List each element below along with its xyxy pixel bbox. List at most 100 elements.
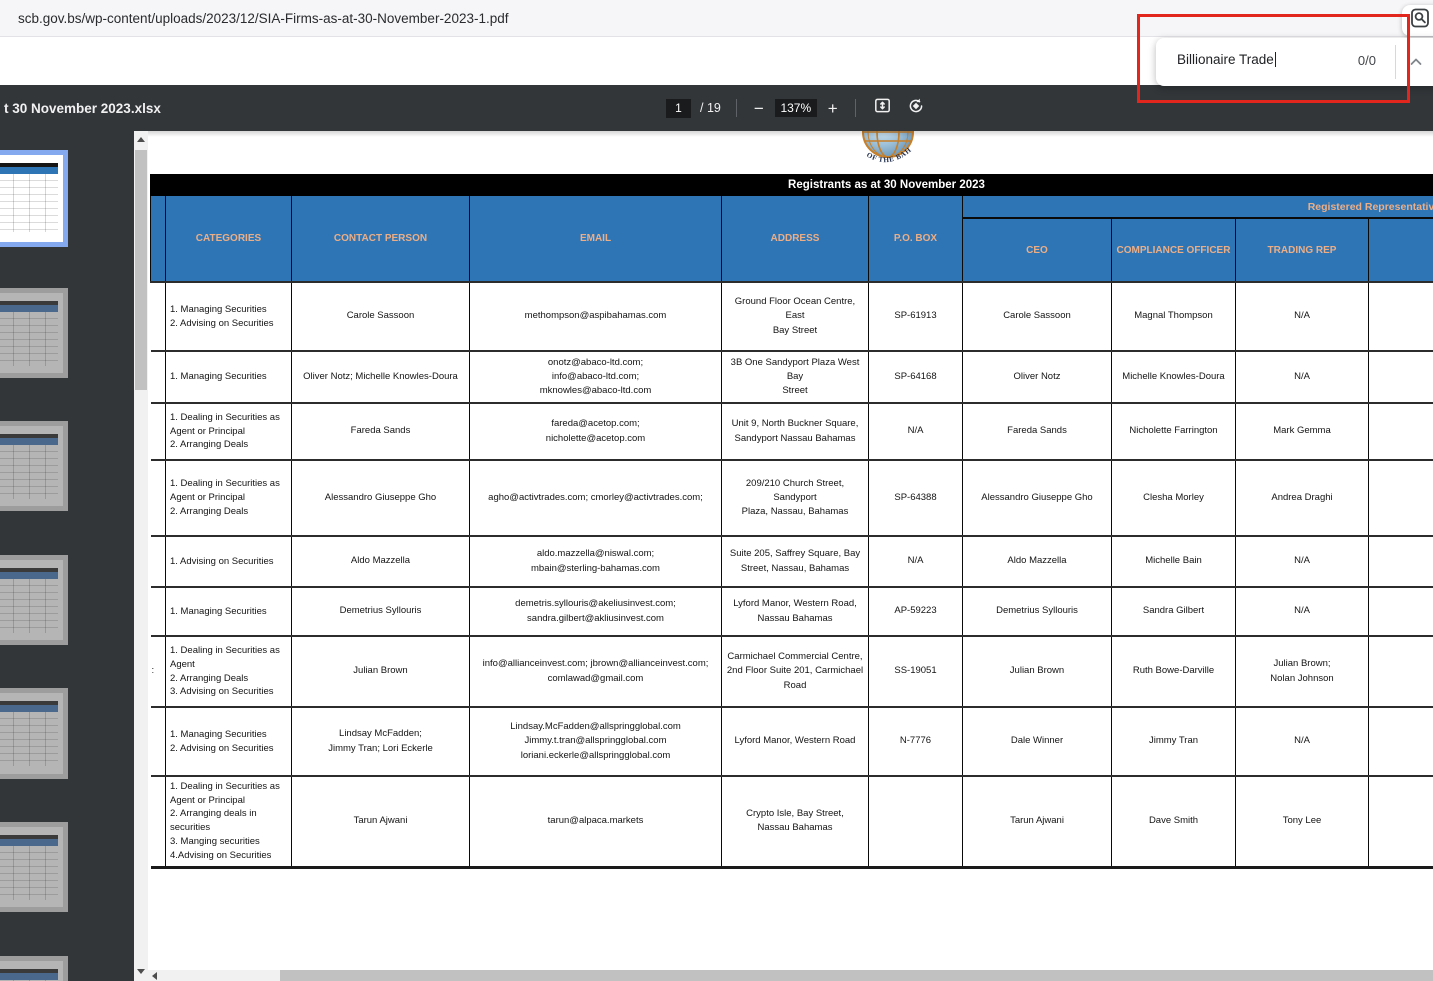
- sidebar-scrollbar-thumb[interactable]: [135, 150, 147, 390]
- url-bar[interactable]: scb.gov.bs/wp-content/uploads/2023/12/SI…: [0, 0, 1433, 37]
- table-cell-po-box: [868, 776, 963, 867]
- table-cell-categories: 1. Managing Securities: [165, 587, 292, 636]
- table-row: 1. Managing Securities Oliver Notz; Miche…: [150, 351, 1433, 403]
- column-header-po-box: P.O. BOX: [868, 196, 963, 283]
- table-cell-firm: [150, 707, 166, 776]
- zoom-in-button[interactable]: +: [826, 100, 840, 117]
- table-cell-address: Crypto Isle, Bay Street, Nassau Bahamas: [721, 776, 869, 867]
- table-cell-compliance-officer: Michelle Knowles-Doura: [1111, 351, 1236, 403]
- chevron-up-icon: [1408, 57, 1424, 74]
- table-cell-firm: [150, 351, 166, 403]
- thumbnail-preview: [0, 301, 58, 366]
- table-cell-contact: Fareda Sands: [291, 403, 470, 460]
- column-header-email: EMAIL: [469, 196, 722, 283]
- table-cell-address: 3B One Sandyport Plaza West Bay Street: [721, 351, 869, 403]
- page-thumbnail[interactable]: [0, 555, 68, 645]
- thumbnail-preview: [0, 835, 58, 900]
- table-cell-address: 209/210 Church Street, Sandyport Plaza, …: [721, 460, 869, 536]
- table-cell-ceo: Dale Winner: [962, 707, 1112, 776]
- find-in-document-button[interactable]: [1402, 5, 1433, 36]
- table-cell-categories: 1. Dealing in Securities as Agent or Pri…: [165, 403, 292, 460]
- page-thumbnail[interactable]: [0, 288, 68, 378]
- table-cell-ceo: Carole Sassoon: [962, 282, 1112, 351]
- table-cell-po-box: AP-59223: [868, 587, 963, 636]
- table-cell-compliance-officer: Sandra Gilbert: [1111, 587, 1236, 636]
- thumbnail-preview: [0, 568, 58, 633]
- table-cell-ceo: Tarun Ajwani: [962, 776, 1112, 867]
- text-caret: [1274, 52, 1276, 67]
- table-cell-compliance-officer: Ruth Bowe-Darville: [1111, 636, 1236, 707]
- find-input[interactable]: Billionaire Trade: [1177, 52, 1276, 67]
- zoom-out-button[interactable]: −: [752, 100, 766, 117]
- table-cell-ceo: Alessandro Giuseppe Gho: [962, 460, 1112, 536]
- zoom-level-input[interactable]: 137%: [774, 99, 817, 117]
- table-cell-ceo: Aldo Mazzella: [962, 536, 1112, 587]
- table-cell-firm: [150, 403, 166, 460]
- thumbnail-preview: [0, 163, 58, 232]
- toolbar-separator: [735, 99, 737, 117]
- table-row: 1. Managing Securities Demetrius Syllouri…: [150, 587, 1433, 636]
- find-bar[interactable]: Billionaire Trade 0/0: [1156, 38, 1433, 86]
- table-cell-trading-rep: N/A: [1235, 536, 1369, 587]
- table-cell-firm: [150, 536, 166, 587]
- column-header-compliance-officer: COMPLIANCE OFFICER: [1111, 218, 1236, 283]
- thumbnail-preview: [0, 701, 58, 766]
- table-cell-contact: Demetrius Syllouris: [291, 587, 470, 636]
- page-thumbnail-selected[interactable]: [0, 150, 68, 247]
- table-cell-email: tarun@alpaca.markets: [469, 776, 722, 867]
- column-header-firm: [150, 196, 166, 283]
- page-thumbnail[interactable]: [0, 822, 68, 912]
- table-cell-address: Lyford Manor, Western Road: [721, 707, 869, 776]
- fit-to-page-button[interactable]: [871, 96, 895, 120]
- browser-window: scb.gov.bs/wp-content/uploads/2023/12/SI…: [0, 0, 1433, 981]
- table-cell-email: onotz@abaco-ltd.com; info@abaco-ltd.com;…: [469, 351, 722, 403]
- column-header-address: ADDRESS: [721, 196, 869, 283]
- table-cell-address: Lyford Manor, Western Road, Nassau Baham…: [721, 587, 869, 636]
- rotate-button[interactable]: [904, 96, 928, 120]
- page-url[interactable]: scb.gov.bs/wp-content/uploads/2023/12/SI…: [18, 11, 509, 26]
- page-thumbnail[interactable]: [0, 956, 68, 981]
- sidebar-scrollbar[interactable]: [134, 131, 148, 981]
- table-cell-trading-rep: Julian Brown; Nolan Johnson: [1235, 636, 1369, 707]
- table-cell-firm: [150, 776, 166, 867]
- horizontal-scrollbar-thumb[interactable]: [280, 970, 1433, 981]
- table-cell-firm: [150, 460, 166, 536]
- pdf-toolbar-controls: 1 / 19 − 137% +: [666, 85, 928, 131]
- toolbar-separator: [854, 99, 856, 117]
- table-cell-categories: 1. Dealing in Securities as Agent 2. Arr…: [165, 636, 292, 707]
- table-cell-compliance-officer: Jimmy Tran: [1111, 707, 1236, 776]
- table-cell-extra: [1368, 460, 1433, 536]
- horizontal-scrollbar[interactable]: [148, 970, 1433, 981]
- table-cell-compliance-officer: Magnal Thompson: [1111, 282, 1236, 351]
- table-cell-extra: [1368, 776, 1433, 867]
- table-cell-ceo: Oliver Notz: [962, 351, 1112, 403]
- table-cell-email: demetris.syllouris@akeliusinvest.com; sa…: [469, 587, 722, 636]
- table-cell-extra: [1368, 282, 1433, 351]
- group-header-registered-representatives: Registered Representatives: [962, 196, 1433, 219]
- table-cell-email: methompson@aspibahamas.com: [469, 282, 722, 351]
- page-number-input[interactable]: 1: [666, 98, 691, 118]
- table-cell-firm: :: [150, 636, 166, 707]
- registrants-table: CATEGORIES CONTACT PERSON EMAIL ADDRESS …: [150, 196, 1433, 869]
- commission-logo: OF THE BAHAMAS: [838, 131, 938, 174]
- page-thumbnail[interactable]: [0, 688, 68, 779]
- scroll-down-arrow-icon[interactable]: [137, 969, 145, 974]
- scroll-left-arrow-icon[interactable]: [152, 972, 157, 980]
- table-cell-po-box: N-7776: [868, 707, 963, 776]
- table-cell-po-box: SP-61913: [868, 282, 963, 351]
- scroll-up-arrow-icon[interactable]: [137, 137, 145, 142]
- table-cell-trading-rep: Tony Lee: [1235, 776, 1369, 867]
- table-row: 1. Dealing in Securities as Agent or Pri…: [150, 403, 1433, 460]
- table-cell-compliance-officer: Nicholette Farrington: [1111, 403, 1236, 460]
- table-row: 1. Dealing in Securities as Agent or Pri…: [150, 776, 1433, 867]
- table-cell-trading-rep: N/A: [1235, 351, 1369, 403]
- table-cell-po-box: SS-19051: [868, 636, 963, 707]
- find-query-text: Billionaire Trade: [1177, 52, 1274, 67]
- registrants-table-container: Registrants as at 30 November 2023 CATEG…: [150, 174, 1433, 869]
- document-search-icon: [1409, 7, 1431, 34]
- pdf-toolbar: t 30 November 2023.xlsx 1 / 19 − 137% +: [0, 85, 1433, 131]
- table-cell-categories: 1. Advising on Securities: [165, 536, 292, 587]
- find-previous-button[interactable]: [1408, 54, 1424, 75]
- table-cell-ceo: Fareda Sands: [962, 403, 1112, 460]
- page-thumbnail[interactable]: [0, 421, 68, 511]
